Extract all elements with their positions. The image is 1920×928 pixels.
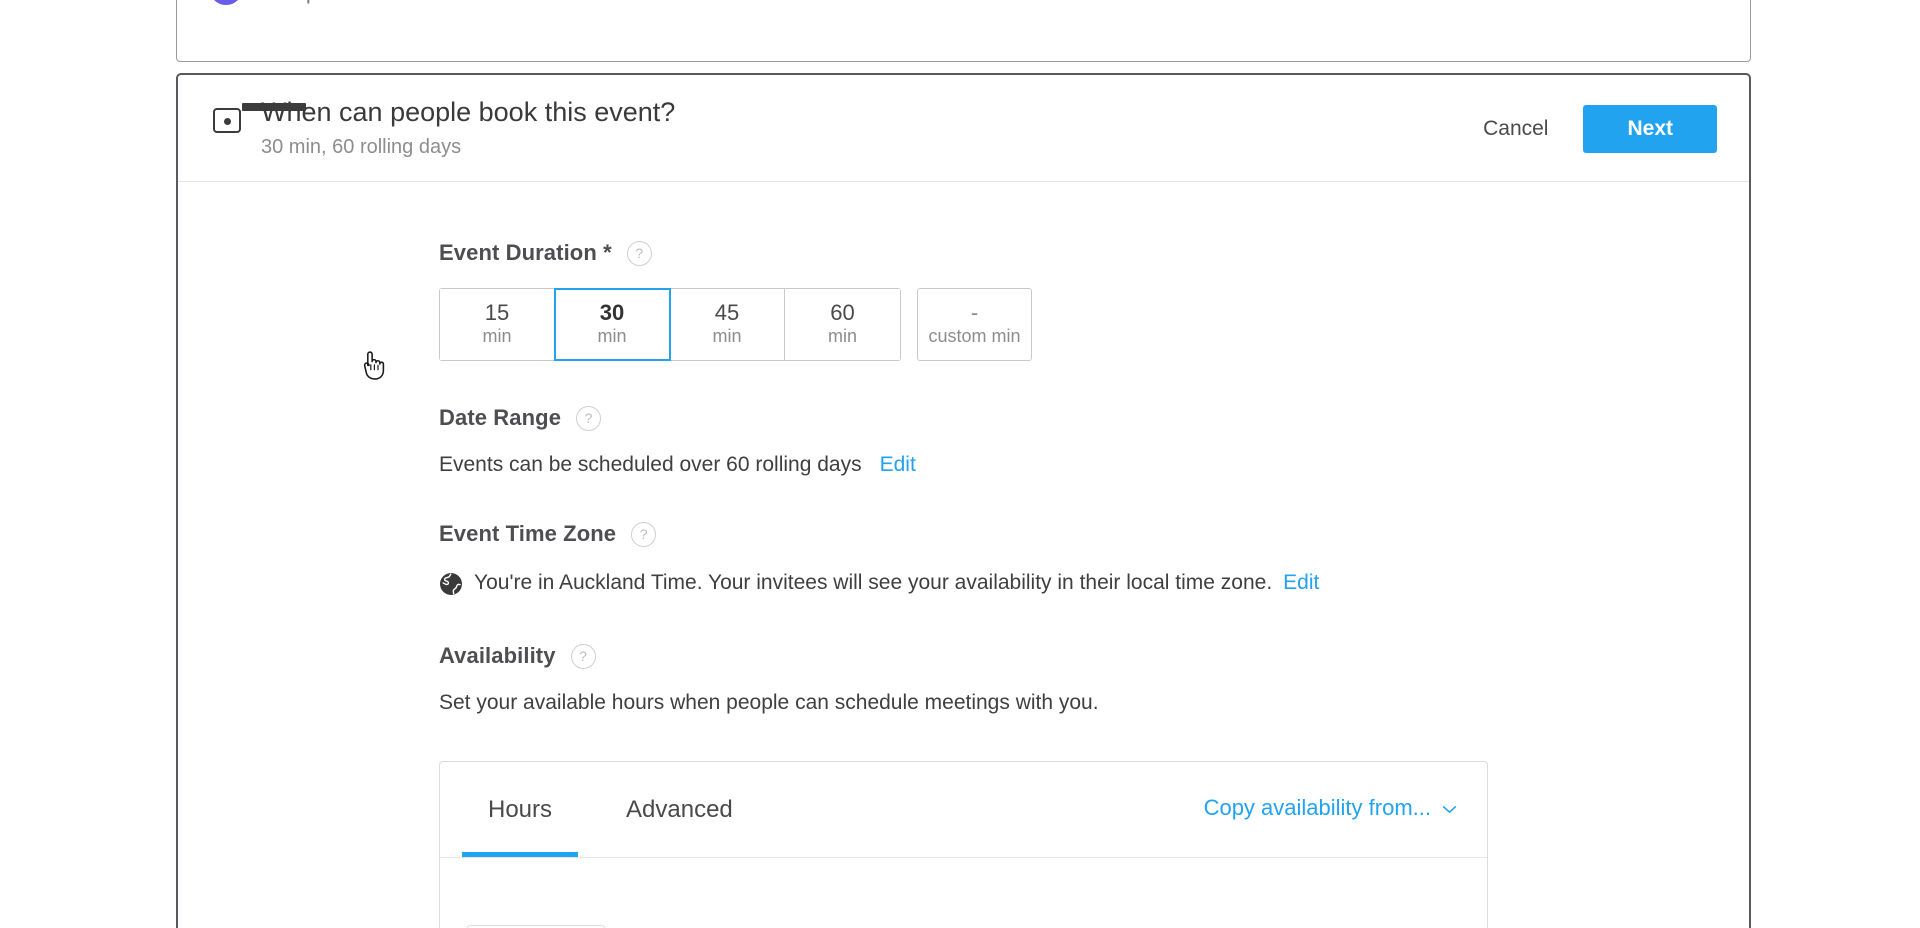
duration-option-custom[interactable]: - custom min bbox=[917, 288, 1032, 361]
duration-unit: min bbox=[712, 326, 742, 347]
date-range-label: Date Range bbox=[439, 405, 562, 430]
duration-unit: min bbox=[827, 326, 857, 347]
availability-tabs: Hours Advanced Copy availability from... bbox=[440, 762, 1487, 857]
duration-value: 45 bbox=[714, 300, 740, 326]
event-duration-label: Event Duration * bbox=[439, 240, 612, 265]
time-zone-text: You're in Auckland Time. Your invitees w… bbox=[474, 571, 1273, 594]
duration-option-45[interactable]: 45 min bbox=[670, 289, 785, 360]
header-actions: Cancel Next bbox=[1479, 105, 1717, 153]
chevron-down-icon bbox=[1442, 805, 1457, 813]
availability-row bbox=[440, 858, 1487, 928]
duration-selector: 15 min 30 min 45 min 60 min - custom min bbox=[439, 288, 1749, 361]
availability-section: Availability ? Set your available hours … bbox=[178, 643, 1749, 715]
duration-value: 30 bbox=[599, 300, 625, 326]
help-icon[interactable]: ? bbox=[576, 405, 602, 431]
page-title: When can people book this event? bbox=[261, 97, 676, 127]
event-settings-card: When can people book this event? 30 min,… bbox=[176, 73, 1751, 928]
copy-availability-label: Copy availability from... bbox=[1203, 795, 1431, 820]
app-screen: Group chat When can people book this eve… bbox=[0, 0, 1920, 928]
duration-value: 15 bbox=[484, 300, 510, 326]
date-range-text-row: Events can be scheduled over 60 rolling … bbox=[439, 453, 1749, 477]
duration-unit: min bbox=[597, 326, 627, 347]
duration-option-60[interactable]: 60 min bbox=[785, 289, 900, 360]
calendar-icon bbox=[212, 103, 306, 133]
time-zone-label-row: Event Time Zone ? bbox=[439, 521, 1749, 547]
header-left: When can people book this event? 30 min,… bbox=[212, 97, 675, 159]
availability-label: Availability bbox=[439, 643, 556, 668]
availability-description: Set your available hours when people can… bbox=[439, 691, 1099, 714]
help-icon[interactable]: ? bbox=[570, 643, 596, 669]
time-zone-edit-link[interactable]: Edit bbox=[1283, 571, 1319, 595]
duration-option-15[interactable]: 15 min bbox=[440, 289, 555, 360]
date-range-text: Events can be scheduled over 60 rolling … bbox=[439, 453, 862, 476]
time-zone-label: Event Time Zone bbox=[439, 521, 617, 546]
copy-availability-dropdown[interactable]: Copy availability from... bbox=[1204, 795, 1457, 821]
duration-option-group: 15 min 30 min 45 min 60 min bbox=[439, 288, 901, 361]
event-duration-label-row: Event Duration * ? bbox=[439, 240, 1749, 266]
tab-advanced[interactable]: Advanced bbox=[600, 762, 759, 857]
next-button[interactable]: Next bbox=[1583, 105, 1717, 153]
card-header: When can people book this event? 30 min,… bbox=[178, 75, 1749, 182]
avatar bbox=[209, 0, 243, 5]
group-chat-card: Group chat bbox=[176, 0, 1751, 62]
globe-icon bbox=[440, 573, 462, 595]
duration-value: 60 bbox=[830, 300, 855, 326]
date-range-label-row: Date Range ? bbox=[439, 405, 1749, 431]
group-chat-label: Group chat bbox=[257, 0, 366, 3]
event-duration-section: Event Duration * ? 15 min 30 min 45 min … bbox=[178, 240, 1749, 361]
availability-label-row: Availability ? bbox=[439, 643, 1749, 669]
duration-option-30[interactable]: 30 min bbox=[554, 288, 671, 361]
event-time-zone-section: Event Time Zone ? You're in Auckland Tim… bbox=[178, 521, 1749, 595]
card-body: Event Duration * ? 15 min 30 min 45 min … bbox=[178, 182, 1749, 928]
date-range-edit-link[interactable]: Edit bbox=[880, 453, 916, 477]
time-zone-text-row: You're in Auckland Time. Your invitees w… bbox=[439, 571, 1749, 595]
tab-hours[interactable]: Hours bbox=[462, 762, 579, 857]
duration-custom-unit: custom min bbox=[928, 326, 1021, 347]
help-icon[interactable]: ? bbox=[631, 521, 657, 547]
group-chat-row[interactable]: Group chat bbox=[209, 0, 366, 5]
help-icon[interactable]: ? bbox=[626, 240, 652, 266]
date-range-section: Date Range ? Events can be scheduled ove… bbox=[178, 405, 1749, 477]
duration-custom-value: - bbox=[970, 300, 979, 326]
cancel-button[interactable]: Cancel bbox=[1479, 111, 1552, 147]
duration-unit: min bbox=[482, 326, 512, 347]
page-subtitle: 30 min, 60 rolling days bbox=[261, 135, 462, 158]
availability-panel: Hours Advanced Copy availability from... bbox=[439, 761, 1488, 928]
